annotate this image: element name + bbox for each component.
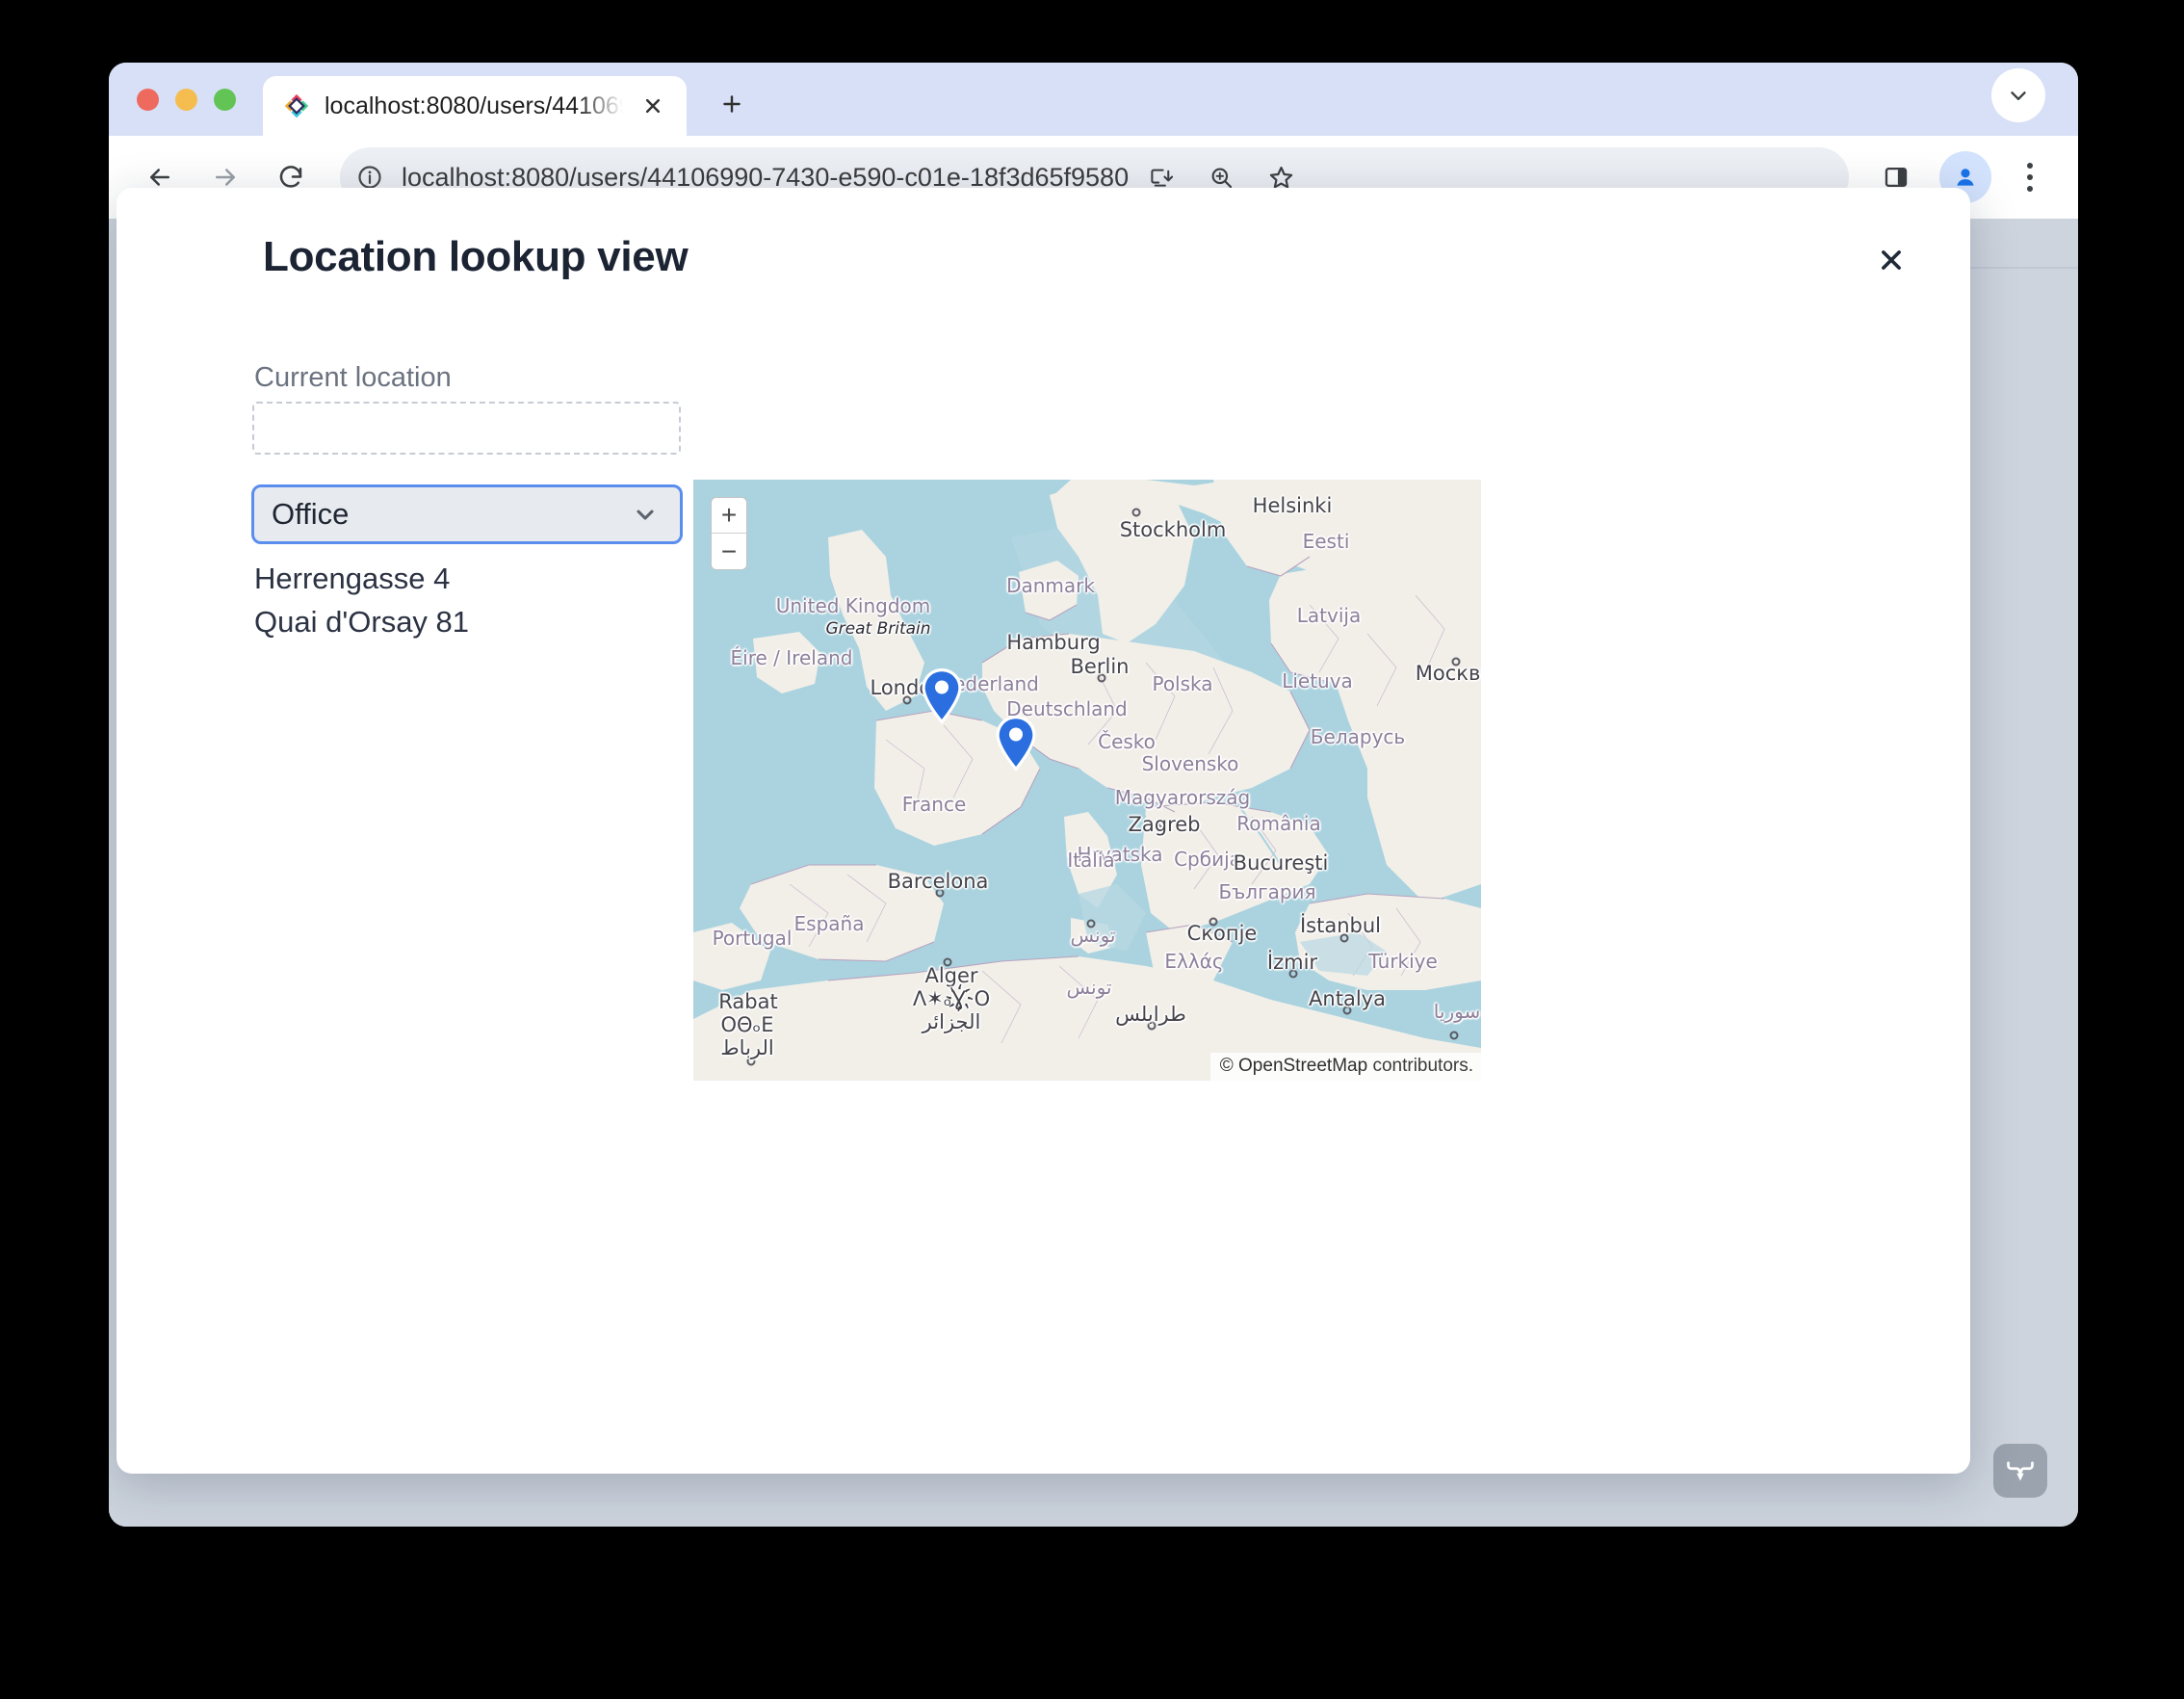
minimize-window-button[interactable] [175,89,197,111]
tab-strip: localhost:8080/users/441069 [109,63,2078,136]
map-label: Hamburg [1006,631,1100,654]
map-label: Rabat [718,990,777,1013]
map-label: الجزائر [923,1010,981,1033]
map-label: Polska [1152,672,1212,695]
modal-title: Location lookup view [263,233,688,281]
current-location-input[interactable] [252,402,681,455]
browser-window: localhost:8080/users/441069 [109,63,2078,1527]
map-city-dot [944,958,952,967]
map-label: Latvija [1297,604,1361,627]
location-type-select-value: Office [272,497,632,532]
close-icon[interactable] [1867,236,1915,284]
plus-icon[interactable] [712,84,752,124]
map-label: Danmark [1006,574,1095,597]
map-label: Italia [1067,849,1114,872]
map-zoom-controls: + − [711,497,747,570]
attribution-osm[interactable]: © OpenStreetMap [1220,1056,1367,1076]
chevron-down-icon[interactable] [1991,68,2045,122]
location-type-select[interactable]: Office [251,484,683,544]
map-city-dot [1450,1032,1459,1040]
map-label: България [1218,880,1315,903]
map-label: Србија [1174,848,1241,871]
map-label: România [1236,812,1320,835]
map-city-dot [1098,674,1106,683]
map-label: France [902,793,967,816]
close-icon[interactable] [637,90,669,122]
map-city-dot [1340,934,1349,943]
map-label: Ελλάς [1164,950,1223,973]
map-label: Alger [924,964,977,987]
map-label: Беларусь [1311,725,1405,748]
chevron-down-icon [632,501,659,528]
map-label: OΘₒE [720,1013,773,1036]
kebab-menu-icon[interactable] [2007,151,2053,203]
map-city-dot [1209,918,1218,927]
close-window-button[interactable] [137,89,159,111]
attribution-suffix: contributors. [1367,1056,1473,1076]
map-label: Eesti [1303,530,1350,553]
map-city-dot [1087,920,1096,928]
maximize-window-button[interactable] [214,89,236,111]
map-label: Москва [1416,662,1481,685]
vaadin-logo-icon[interactable] [1993,1444,2047,1498]
map-attribution: © OpenStreetMap contributors. [1210,1053,1481,1081]
location-map[interactable]: .land { fill:#f2efe9; } .bdr { fill:none… [693,480,1481,1081]
address-list: Herrengasse 4 Quai d'Orsay 81 [254,562,469,647]
tab-title: localhost:8080/users/441069 [325,92,623,120]
map-label: Bucureşti [1234,851,1329,875]
window-traffic-lights [109,89,236,136]
map-label: İstanbul [1300,914,1381,937]
map-label: Great Britain [825,619,930,639]
map-label: Slovensko [1142,752,1239,775]
browser-tab[interactable]: localhost:8080/users/441069 [263,76,687,136]
list-item: Quai d'Orsay 81 [254,605,469,640]
map-label: Türkiye [1368,950,1438,973]
map-label: سوريا [1434,1000,1480,1023]
map-label: Stockholm [1120,518,1227,541]
list-item: Herrengasse 4 [254,562,469,597]
map-label: Magyarország [1115,786,1250,809]
map-label: تونس [1067,976,1112,999]
location-lookup-modal: Location lookup view Current location Of… [117,188,1970,1474]
marker-paris-icon[interactable] [919,667,965,726]
marker-austria-icon[interactable] [993,714,1039,773]
map-label: Lietuva [1282,669,1353,693]
map-label: Éire / Ireland [731,646,853,669]
map-label: Portugal [713,927,793,950]
map-city-dot [1132,509,1141,517]
map-city-dot [936,889,945,898]
map-city-dot [1148,1022,1157,1031]
zoom-out-button[interactable]: − [712,534,746,569]
map-label: Česko [1098,730,1156,753]
map-label: الرباط [720,1036,773,1059]
map-label-layer: Helsinki Stockholm Eesti Latvija Lietuva Моск… [693,480,1481,1081]
map-label: Λ✶ₒƔ҉O [913,987,990,1010]
map-label: Скопје [1187,922,1258,945]
current-location-label: Current location [254,362,452,394]
map-label: España [794,912,865,935]
map-city-dot [1452,658,1461,667]
map-label: Helsinki [1253,494,1333,517]
zoom-in-button[interactable]: + [712,498,746,534]
map-label: United Kingdom [776,594,931,617]
map-city-dot [1289,970,1298,979]
map-city-dot [1343,1006,1352,1015]
hilla-diamond-icon [282,91,311,120]
map-city-dot [747,1058,756,1066]
map-city-dot [903,696,912,705]
map-label: Hrvatska [1077,843,1162,866]
map-city-dot [1158,820,1167,828]
